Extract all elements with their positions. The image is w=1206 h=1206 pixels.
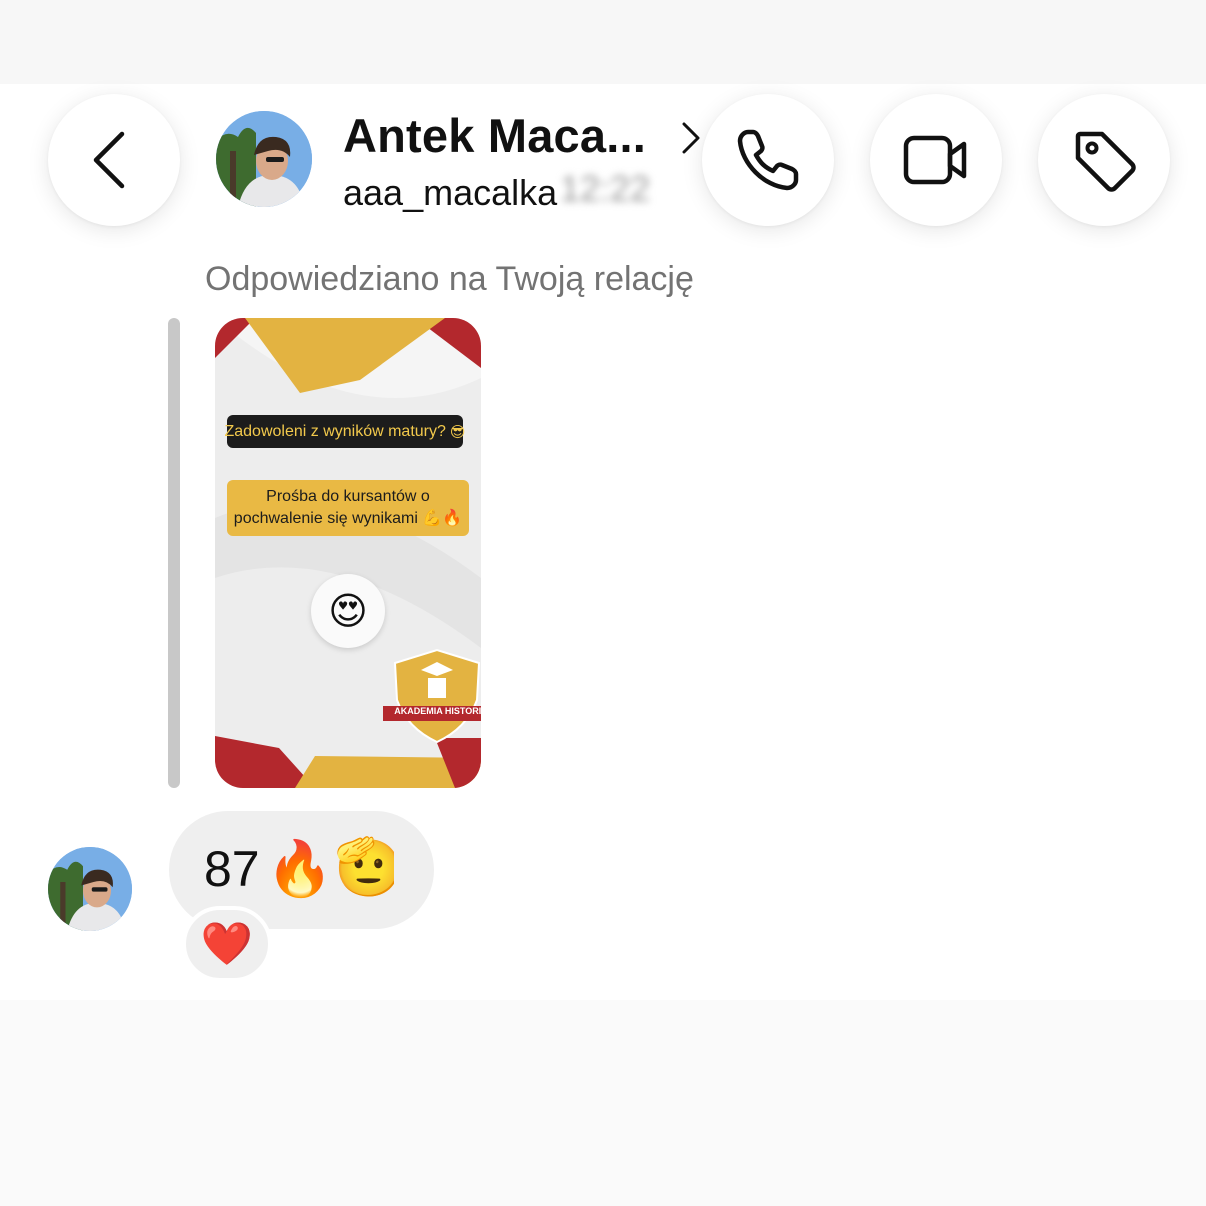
contact-username[interactable]: aaa_macalka — [343, 172, 557, 214]
sunglasses-emoji: 😎 — [449, 423, 466, 441]
video-call-button[interactable] — [870, 94, 1002, 226]
phone-icon — [737, 129, 799, 191]
story-request-text: Prośba do kursantów o pochwalenie się wy… — [233, 488, 430, 527]
bottom-area — [0, 1000, 1206, 1206]
salute-emoji-clip: 🫡 — [334, 830, 394, 908]
contact-avatar[interactable] — [216, 111, 312, 207]
blurred-timestamp: 12:22 — [560, 168, 651, 209]
reply-indicator-bar — [168, 318, 180, 788]
back-button[interactable] — [48, 94, 180, 226]
flex-fire-emoji: 💪🔥 — [422, 510, 463, 527]
story-background — [215, 318, 481, 788]
contact-name[interactable]: Antek Maca... — [343, 108, 646, 163]
avatar-photo — [48, 847, 132, 931]
tag-icon — [1075, 131, 1136, 192]
heart-reaction[interactable]: ❤️ — [182, 906, 272, 982]
story-reaction-bubble: 😍 — [311, 574, 385, 648]
status-bar-area — [0, 0, 1206, 84]
story-request-sticker: Prośba do kursantów o pochwalenie się wy… — [227, 480, 469, 536]
avatar-photo — [216, 111, 312, 207]
chevron-left-icon — [93, 131, 125, 189]
story-question-sticker: Zadowoleni z wyników matury? 😎 — [224, 415, 466, 448]
story-logo-label: AKADEMIA HISTORII — [394, 706, 481, 716]
chevron-right-icon[interactable] — [676, 118, 704, 158]
sender-avatar[interactable] — [48, 847, 132, 931]
story-reply-label: Odpowiedziano na Twoją relację — [205, 260, 694, 298]
video-camera-icon — [903, 135, 967, 185]
story-question-text: Zadowoleni z wyników matury? — [224, 422, 446, 440]
story-preview[interactable]: Zadowoleni z wyników matury? 😎 Prośba do… — [215, 318, 481, 788]
call-button[interactable] — [702, 94, 834, 226]
fire-emoji: 🔥 — [266, 839, 334, 899]
tag-button[interactable] — [1038, 94, 1170, 226]
salute-emoji: 🫡 — [334, 835, 394, 898]
message-text: 87 — [204, 841, 260, 897]
